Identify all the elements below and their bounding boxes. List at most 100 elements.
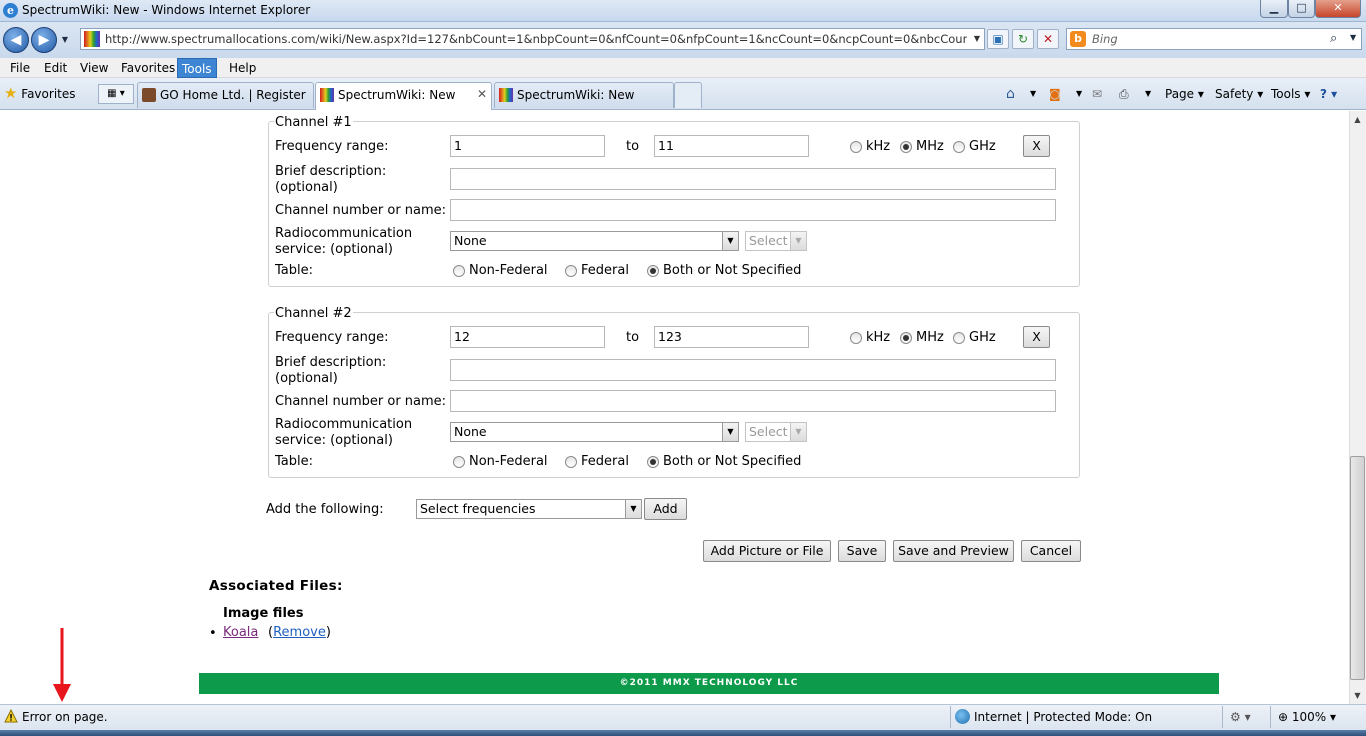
minimize-button[interactable]: ▁: [1260, 0, 1288, 18]
select-value: Select frequencies: [420, 501, 536, 516]
channel-2-service-select[interactable]: None ▼: [450, 422, 739, 442]
cancel-button[interactable]: Cancel: [1021, 540, 1081, 562]
menu-favorites[interactable]: Favorites: [117, 58, 179, 78]
save-and-preview-button[interactable]: Save and Preview: [893, 540, 1014, 562]
address-dropdown-icon[interactable]: ▼: [971, 31, 983, 47]
scrollbar-thumb[interactable]: [1350, 456, 1365, 680]
channel-2-federal-radio[interactable]: [565, 456, 577, 468]
tools-menu[interactable]: Tools ▾: [1271, 84, 1310, 104]
menu-file[interactable]: File: [6, 58, 34, 78]
quick-tabs-button[interactable]: ▦ ▾: [98, 84, 134, 104]
channel-1-non-federal-radio[interactable]: [453, 265, 465, 277]
scroll-down-icon[interactable]: ▼: [1350, 688, 1365, 703]
channel-1-to-input[interactable]: 11: [654, 135, 809, 157]
favorites-button[interactable]: ★ Favorites: [4, 83, 76, 103]
ghz-label: GHz: [969, 330, 996, 345]
channel-2-mhz-radio[interactable]: [900, 332, 912, 344]
close-window-button[interactable]: ✕: [1315, 0, 1361, 18]
search-icon[interactable]: ⌕: [1330, 31, 1337, 46]
menu-view[interactable]: View: [76, 58, 112, 78]
search-placeholder[interactable]: Bing: [1092, 32, 1118, 46]
scroll-up-icon[interactable]: ▲: [1350, 112, 1365, 127]
add-button[interactable]: Add: [644, 498, 687, 520]
menu-edit[interactable]: Edit: [40, 58, 71, 78]
channel-1-description-input[interactable]: [450, 168, 1056, 190]
channel-1-federal-radio[interactable]: [565, 265, 577, 277]
khz-label: kHz: [866, 330, 891, 345]
error-status-text[interactable]: Error on page.: [22, 710, 108, 724]
refresh-icon[interactable]: ↻: [1012, 29, 1034, 49]
add-picture-button[interactable]: Add Picture or File: [703, 540, 831, 562]
channel-1-subservice-select: Select ▼: [745, 231, 807, 251]
menu-help[interactable]: Help: [225, 58, 260, 78]
stop-icon[interactable]: ✕: [1037, 29, 1059, 49]
channel-2-both-radio[interactable]: [647, 456, 659, 468]
tab-go-home[interactable]: GO Home Ltd. | Register: [137, 82, 314, 108]
maximize-button[interactable]: □: [1288, 0, 1315, 18]
channel-2-khz-radio[interactable]: [850, 332, 862, 344]
save-button[interactable]: Save: [838, 540, 886, 562]
mhz-label: MHz: [916, 139, 944, 154]
address-url-text[interactable]: http://www.spectrumallocations.com/wiki/…: [105, 32, 967, 46]
windows-taskbar: [0, 730, 1366, 736]
both-label: Both or Not Specified: [663, 454, 802, 469]
warning-icon[interactable]: [4, 709, 18, 723]
new-tab-button[interactable]: [674, 82, 702, 108]
radio-service-label: Radiocommunication: [275, 417, 413, 432]
print-dropdown-icon[interactable]: ▼: [1145, 84, 1151, 104]
channel-2-ghz-radio[interactable]: [953, 332, 965, 344]
mail-icon[interactable]: ✉: [1092, 84, 1102, 104]
zoom-level[interactable]: ⊕ 100% ▾: [1278, 710, 1336, 724]
home-icon[interactable]: ⌂: [1006, 84, 1015, 104]
recent-pages-dropdown-icon[interactable]: ▼: [59, 33, 71, 47]
brief-description-label: Brief description:: [275, 355, 387, 370]
channel-2-from-input[interactable]: 12: [450, 326, 605, 348]
channel-2-description-input[interactable]: [450, 359, 1056, 381]
channel-2-name-input[interactable]: [450, 390, 1056, 412]
koala-file-link[interactable]: Koala: [223, 625, 258, 640]
print-icon[interactable]: ⎙: [1119, 84, 1129, 104]
tab-spectrumwiki-active[interactable]: SpectrumWiki: New: [315, 82, 492, 110]
ie-logo-icon: e: [3, 3, 18, 18]
channel-2-to-input[interactable]: 123: [654, 326, 809, 348]
channel-1-ghz-radio[interactable]: [953, 141, 965, 153]
non-federal-label: Non-Federal: [469, 454, 548, 469]
channel-1-service-select[interactable]: None ▼: [450, 231, 739, 251]
chevron-down-icon: ▼: [790, 232, 806, 250]
home-dropdown-icon[interactable]: ▼: [1030, 84, 1036, 104]
status-divider: [950, 706, 951, 728]
feeds-icon[interactable]: ◙: [1049, 84, 1061, 104]
title-bar: e SpectrumWiki: New - Windows Internet E…: [0, 0, 1366, 22]
channel-2-non-federal-radio[interactable]: [453, 456, 465, 468]
security-zone-text[interactable]: Internet | Protected Mode: On: [974, 710, 1152, 724]
menu-tools[interactable]: Tools: [177, 58, 217, 78]
channel-1-remove-button[interactable]: X: [1023, 135, 1050, 157]
channel-1-both-radio[interactable]: [647, 265, 659, 277]
help-icon[interactable]: ? ▾: [1320, 84, 1337, 104]
select-value: None: [454, 424, 487, 439]
feeds-dropdown-icon[interactable]: ▼: [1076, 84, 1082, 104]
spectrum-favicon-icon: [499, 88, 513, 102]
compatibility-view-icon[interactable]: ▣: [987, 29, 1009, 49]
channel-2-remove-button[interactable]: X: [1023, 326, 1050, 348]
page-footer: ©2011 MMX TECHNOLOGY LLC: [199, 673, 1219, 694]
search-options-dropdown-icon[interactable]: ▼: [1350, 33, 1356, 42]
table-label: Table:: [275, 263, 313, 278]
close-tab-icon[interactable]: ✕: [477, 87, 487, 101]
federal-label: Federal: [581, 454, 629, 469]
page-menu[interactable]: Page ▾: [1165, 84, 1204, 104]
channel-1-name-input[interactable]: [450, 199, 1056, 221]
tab-spectrumwiki[interactable]: SpectrumWiki: New: [494, 82, 674, 108]
add-ons-icon[interactable]: ⚙ ▾: [1230, 710, 1251, 724]
zoom-value: 100%: [1291, 710, 1327, 724]
forward-button[interactable]: ▶: [31, 27, 57, 53]
add-frequencies-select[interactable]: Select frequencies ▼: [416, 499, 642, 519]
chevron-down-icon: ▼: [722, 232, 738, 250]
channel-1-mhz-radio[interactable]: [900, 141, 912, 153]
channel-1-khz-radio[interactable]: [850, 141, 862, 153]
back-button[interactable]: ◀: [3, 27, 29, 53]
safety-menu[interactable]: Safety ▾: [1215, 84, 1263, 104]
window-title: SpectrumWiki: New - Windows Internet Exp…: [22, 3, 311, 17]
remove-link[interactable]: Remove: [273, 625, 326, 640]
channel-1-from-input[interactable]: 1: [450, 135, 605, 157]
